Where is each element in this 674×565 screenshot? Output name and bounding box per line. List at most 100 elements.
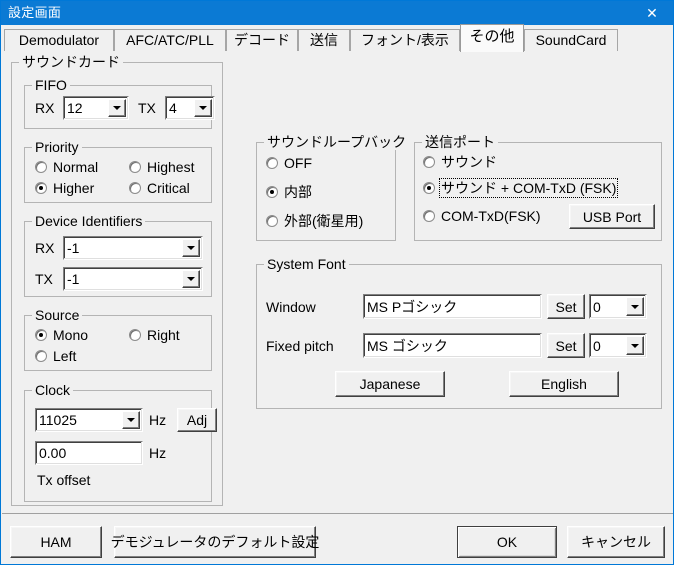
radio-loopback-internal[interactable]: 内部: [266, 184, 312, 200]
chevron-down-icon[interactable]: [626, 336, 644, 355]
device-rx-combo[interactable]: -1: [63, 236, 203, 260]
group-clock: Clock 11025 Hz Adj 0.00 Hz Tx offset: [24, 382, 217, 502]
radio-txport-com[interactable]: COM-TxD(FSK): [423, 208, 541, 224]
group-tx-port-legend: 送信ポート: [422, 134, 498, 150]
radio-indicator-icon: [35, 329, 47, 341]
fifo-rx-combo[interactable]: 12: [63, 96, 129, 120]
system-font-fixed-label: Fixed pitch: [266, 338, 334, 354]
group-soundcard: サウンドカード FIFO RX 12 TX 4 Priority Normal …: [11, 54, 223, 506]
radio-source-left[interactable]: Left: [35, 348, 76, 364]
device-tx-value: -1: [67, 271, 80, 287]
group-fifo: FIFO RX 12 TX 4: [24, 77, 215, 129]
radio-priority-highest[interactable]: Highest: [129, 159, 194, 175]
usb-port-button[interactable]: USB Port: [569, 204, 655, 229]
radio-priority-normal-label: Normal: [53, 159, 99, 175]
chevron-down-icon[interactable]: [626, 297, 644, 316]
tab-transmit[interactable]: 送信: [298, 29, 350, 51]
system-font-fixed-field[interactable]: MS ゴシック: [363, 333, 542, 358]
radio-indicator-icon: [266, 215, 278, 227]
radio-loopback-external-label: 外部(衛星用): [284, 213, 364, 229]
radio-txport-sound[interactable]: サウンド: [423, 154, 497, 170]
tab-soundcard[interactable]: SoundCard: [524, 29, 618, 51]
ok-button[interactable]: OK: [457, 526, 557, 558]
radio-source-mono[interactable]: Mono: [35, 327, 88, 343]
group-device-identifiers: Device Identifiers RX -1 TX -1: [24, 213, 212, 297]
cancel-button[interactable]: キャンセル: [567, 526, 665, 558]
close-icon[interactable]: ✕: [629, 1, 673, 25]
tab-afc-atc-pll[interactable]: AFC/ATC/PLL: [114, 29, 226, 51]
chevron-down-icon[interactable]: [122, 411, 140, 429]
window-title: 設定画面: [8, 5, 62, 20]
group-tx-port: 送信ポート サウンド サウンド + COM-TxD (FSK) COM-TxD(…: [414, 134, 662, 241]
radio-source-mono-label: Mono: [53, 327, 89, 343]
fifo-tx-combo[interactable]: 4: [165, 96, 215, 120]
radio-indicator-icon: [266, 186, 278, 198]
group-source-legend: Source: [32, 307, 83, 323]
system-font-fixed-set-button[interactable]: Set: [547, 333, 585, 358]
english-button[interactable]: English: [509, 371, 619, 397]
fifo-tx-label: TX: [138, 100, 156, 116]
radio-priority-higher-label: Higher: [53, 180, 95, 196]
clock-rate-value: 11025: [39, 412, 77, 428]
radio-priority-normal[interactable]: Normal: [35, 159, 98, 175]
group-fifo-legend: FIFO: [32, 77, 70, 93]
radio-indicator-icon: [423, 210, 435, 222]
radio-loopback-off[interactable]: OFF: [266, 155, 312, 171]
demodulator-default-settings-button[interactable]: デモジュレータのデフォルト設定: [111, 526, 319, 558]
clock-adj-button[interactable]: Adj: [177, 408, 217, 432]
tab-other[interactable]: その他: [460, 24, 524, 52]
ham-button[interactable]: HAM: [10, 526, 102, 558]
clock-rate-unit: Hz: [149, 412, 167, 428]
device-tx-combo[interactable]: -1: [63, 267, 203, 291]
radio-source-left-label: Left: [53, 348, 77, 364]
group-priority: Priority Normal Highest Higher Critical: [24, 139, 212, 203]
radio-source-right[interactable]: Right: [129, 327, 180, 343]
clock-rate-combo[interactable]: 11025: [35, 408, 143, 432]
radio-priority-critical[interactable]: Critical: [129, 180, 190, 196]
group-clock-legend: Clock: [32, 382, 74, 398]
japanese-button[interactable]: Japanese: [335, 371, 445, 397]
system-font-window-label: Window: [266, 299, 316, 315]
radio-txport-sound-label: サウンド: [441, 154, 497, 170]
system-font-fixed-size-value: 0: [593, 337, 601, 354]
clock-offset-label: Tx offset: [37, 472, 91, 488]
tab-decode[interactable]: デコード: [226, 29, 298, 51]
fifo-rx-label: RX: [35, 100, 55, 116]
chevron-down-icon[interactable]: [108, 99, 126, 117]
radio-indicator-icon: [129, 182, 141, 194]
radio-loopback-internal-label: 内部: [284, 184, 312, 200]
tab-font-display[interactable]: フォント/表示: [350, 29, 460, 51]
group-source: Source Mono Right Left: [24, 307, 212, 371]
radio-indicator-icon: [35, 350, 47, 362]
tab-strip: Demodulator AFC/ATC/PLL デコード 送信 フォント/表示 …: [2, 24, 673, 52]
radio-indicator-icon: [129, 329, 141, 341]
radio-priority-higher[interactable]: Higher: [35, 180, 94, 196]
group-device-identifiers-legend: Device Identifiers: [32, 213, 146, 229]
dialog-footer: HAM デモジュレータのデフォルト設定 OK キャンセル: [2, 513, 673, 564]
radio-txport-sound-com-label: サウンド + COM-TxD (FSK): [438, 178, 619, 198]
group-system-font-legend: System Font: [264, 256, 349, 272]
radio-txport-sound-com[interactable]: サウンド + COM-TxD (FSK): [423, 178, 619, 198]
radio-loopback-off-label: OFF: [284, 155, 312, 171]
clock-offset-field[interactable]: 0.00: [35, 441, 143, 465]
tab-demodulator[interactable]: Demodulator: [4, 29, 114, 51]
radio-txport-com-label: COM-TxD(FSK): [441, 208, 541, 224]
device-rx-value: -1: [67, 240, 80, 256]
radio-indicator-icon: [423, 156, 435, 168]
radio-source-right-label: Right: [147, 327, 180, 343]
title-bar: 設定画面 ✕: [1, 1, 673, 25]
system-font-window-set-button[interactable]: Set: [547, 294, 585, 319]
system-font-window-field[interactable]: MS Pゴシック: [363, 294, 542, 319]
system-font-window-size-combo[interactable]: 0: [589, 294, 647, 319]
chevron-down-icon[interactable]: [182, 270, 200, 288]
chevron-down-icon[interactable]: [182, 239, 200, 257]
device-tx-label: TX: [35, 271, 53, 287]
tab-panel-other: サウンドカード FIFO RX 12 TX 4 Priority Normal …: [2, 51, 673, 513]
radio-loopback-external[interactable]: 外部(衛星用): [266, 213, 363, 229]
group-sound-loopback-legend: サウンドループバック: [264, 134, 410, 150]
chevron-down-icon[interactable]: [194, 99, 212, 117]
group-sound-loopback: サウンドループバック OFF 内部 外部(衛星用): [256, 134, 410, 241]
system-font-window-size-value: 0: [593, 298, 601, 315]
system-font-fixed-size-combo[interactable]: 0: [589, 333, 647, 358]
radio-indicator-icon: [266, 157, 278, 169]
